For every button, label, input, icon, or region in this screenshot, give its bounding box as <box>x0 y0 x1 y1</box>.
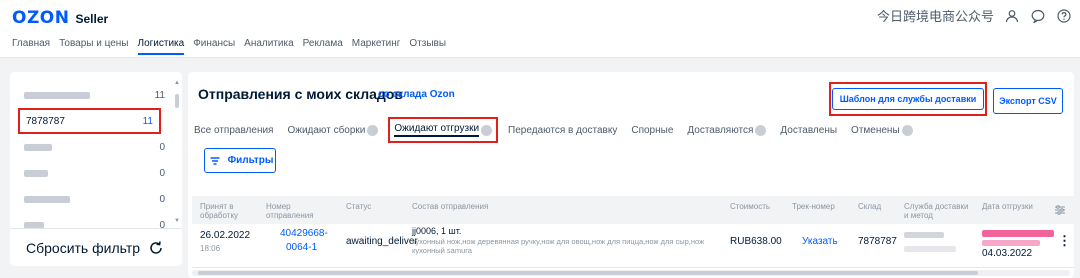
shipment-warehouse: 7878787 <box>858 236 897 247</box>
warehouse-scrollbar[interactable]: ▲ ▼ <box>174 80 180 224</box>
scrollbar-thumb[interactable] <box>175 94 179 108</box>
ship-date: 04.03.2022 <box>982 248 1033 259</box>
warehouse-item[interactable]: 0 <box>10 160 175 186</box>
tab-count-badge <box>367 124 379 136</box>
col-ship-date: Дата отгрузки <box>982 202 1033 211</box>
accepted-time: 18:06 <box>200 244 221 253</box>
export-csv-button[interactable]: Экспорт CSV <box>993 88 1063 114</box>
tab-awaiting-shipment[interactable]: Ожидают отгрузки <box>388 117 499 143</box>
logo-brand: OZON <box>12 8 70 28</box>
nav-logistics[interactable]: Логистика <box>137 38 185 55</box>
tab-count-badge <box>481 124 493 136</box>
nav-analytics[interactable]: Аналитика <box>244 38 294 55</box>
tab-all[interactable]: Все отправления <box>190 125 277 136</box>
warehouse-count: 0 <box>159 141 165 153</box>
col-warehouse: Склад <box>858 202 882 211</box>
warehouse-count: 11 <box>154 89 165 101</box>
table-horizontal-scrollbar[interactable] <box>192 270 1070 276</box>
shipments-table: Принят в обработку Номер отправления Ста… <box>192 196 1074 270</box>
col-status: Статус <box>346 202 372 211</box>
col-composition: Состав отправления <box>412 202 489 211</box>
warehouse-item[interactable]: 0 <box>10 134 175 160</box>
track-number-link[interactable]: Указать <box>802 236 838 247</box>
col-accepted: Принят в обработку <box>200 202 239 220</box>
delivery-service-redacted <box>904 232 944 238</box>
shipment-number-link-cont[interactable]: 0064-1 <box>286 242 317 253</box>
shipment-number-link[interactable]: 40429668- <box>280 228 328 239</box>
warehouse-item[interactable]: 11 <box>10 82 175 108</box>
tab-awaiting-packaging[interactable]: Ожидают сборки <box>283 124 382 136</box>
col-cost: Стоимость <box>730 202 771 211</box>
warehouse-count: 0 <box>159 167 165 179</box>
ozon-warehouse-link[interactable]: со склада Ozon <box>378 89 455 100</box>
warehouse-name-redacted <box>24 143 52 151</box>
help-icon[interactable] <box>1056 8 1072 24</box>
composition-title: jj0006, 1 шт. <box>412 226 462 236</box>
tab-count-badge <box>901 124 913 136</box>
warehouse-footer: Сбросить фильтр <box>10 228 182 266</box>
nav-home[interactable]: Главная <box>12 38 50 55</box>
col-number: Номер отправления <box>266 202 314 220</box>
filters-label: Фильтры <box>227 155 274 166</box>
main-nav: Главная Товары и цены Логистика Финансы … <box>12 38 446 55</box>
warehouse-item-selected[interactable]: 7878787 11 <box>18 108 161 134</box>
tab-cancelled[interactable]: Отменены <box>847 124 917 136</box>
account-name[interactable]: 今日跨境电商公众号 <box>877 6 994 25</box>
tab-count-badge <box>755 124 767 136</box>
composition-description: кухонный нож,нож деревянная ручку,нож дл… <box>412 237 705 255</box>
nav-marketing[interactable]: Маркетинг <box>352 38 401 55</box>
status-tabs: Все отправления Ожидают сборки Ожидают о… <box>190 117 913 143</box>
nav-products[interactable]: Товары и цены <box>59 38 128 55</box>
top-bar: OZON Seller 今日跨境电商公众号 Главная Товары и ц… <box>0 0 1080 58</box>
filter-icon <box>207 153 223 169</box>
refresh-icon[interactable] <box>148 240 164 256</box>
warehouse-name-redacted <box>24 91 90 99</box>
warehouse-count: 11 <box>142 115 153 127</box>
col-delivery: Служба доставки и метод <box>904 202 969 220</box>
scroll-down-icon[interactable]: ▼ <box>174 218 180 224</box>
tab-delivering[interactable]: Доставляются <box>683 124 770 136</box>
warehouse-name-redacted <box>24 195 70 203</box>
reset-filter-button[interactable]: Сбросить фильтр <box>26 240 140 256</box>
nav-reviews[interactable]: Отзывы <box>409 38 446 55</box>
filters-button[interactable]: Фильтры <box>204 148 276 173</box>
shipment-status: awaiting_deliver <box>346 236 418 247</box>
tab-disputed[interactable]: Спорные <box>627 125 677 136</box>
logo[interactable]: OZON Seller <box>12 8 108 28</box>
warehouse-panel: 11 7878787 11 0 0 0 0 ▲ ▼ Сбросить фильт… <box>10 72 182 266</box>
column-settings-icon[interactable] <box>1052 202 1068 218</box>
ship-date-redacted <box>982 230 1054 237</box>
header-actions: 今日跨境电商公众号 <box>877 6 1072 25</box>
table-row[interactable]: 26.02.2022 18:06 40429668- 0064-1 awaiti… <box>192 224 1074 268</box>
nav-advertising[interactable]: Реклама <box>303 38 343 55</box>
page-title: Отправления с моих складов <box>198 86 403 102</box>
scroll-up-icon[interactable]: ▲ <box>174 80 180 86</box>
scrollbar-thumb[interactable] <box>198 271 978 275</box>
shipment-cost: RUB638.00 <box>730 236 782 247</box>
more-icon[interactable]: ⋮ <box>1058 234 1071 247</box>
accepted-date: 26.02.2022 <box>200 230 251 241</box>
warehouse-list: 11 7878787 11 0 0 0 0 <box>10 82 175 238</box>
user-icon[interactable] <box>1004 8 1020 24</box>
delivery-template-button[interactable]: Шаблон для службы доставки <box>831 88 985 110</box>
logo-product: Seller <box>75 12 109 26</box>
warehouse-name-redacted <box>24 169 48 177</box>
col-track: Трек-номер <box>792 202 835 211</box>
tab-handed-to-delivery[interactable]: Передаются в доставку <box>504 125 621 136</box>
warehouse-item[interactable]: 0 <box>10 186 175 212</box>
template-button-highlight: Шаблон для службы доставки <box>829 82 987 116</box>
table-header: Принят в обработку Номер отправления Ста… <box>192 196 1074 224</box>
delivery-method-redacted <box>904 246 956 252</box>
ship-date-redacted <box>982 240 1040 246</box>
warehouse-count: 0 <box>159 193 165 205</box>
nav-finance[interactable]: Финансы <box>193 38 235 55</box>
tab-delivered[interactable]: Доставлены <box>776 125 841 136</box>
chat-icon[interactable] <box>1030 8 1046 24</box>
shipments-panel: Отправления с моих складов со склада Ozo… <box>188 72 1074 278</box>
warehouse-name: 7878787 <box>26 115 65 127</box>
